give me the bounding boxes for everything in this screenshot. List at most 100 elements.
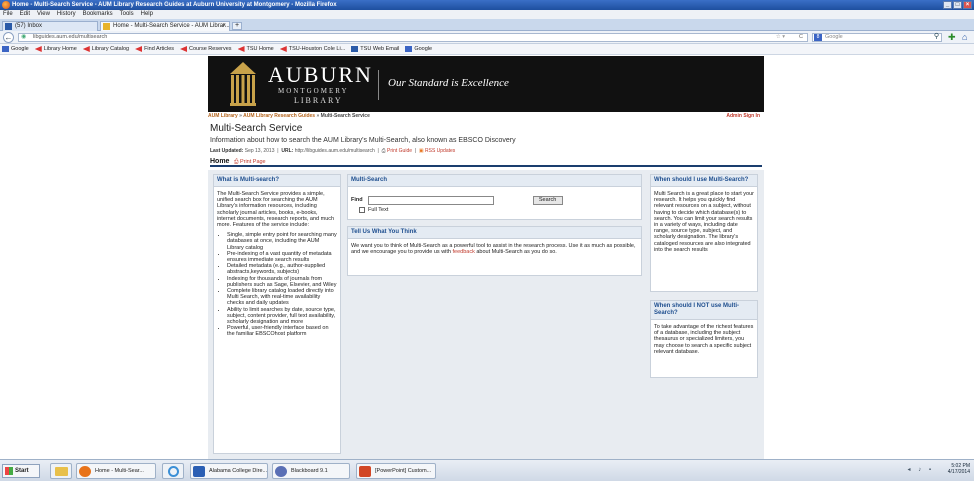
windows-taskbar: Start Home - Multi-Sear... Alabama Colle… [0,459,974,481]
print-guide-link[interactable]: Print Guide [387,148,412,154]
breadcrumb-research-guides[interactable]: AUM Library Research Guides [243,113,315,119]
box-tell-us: Tell Us What You Think We want you to th… [347,226,642,276]
menu-edit[interactable]: Edit [20,10,30,19]
feedback-link[interactable]: feedback [453,249,475,255]
box-title: Multi-Search [348,175,641,187]
bookmark-find-articles[interactable]: Find Articles [135,46,174,52]
new-tab-button[interactable]: + [232,22,242,30]
taskbar-item-label: [PowerPoint] Custom... [375,468,432,474]
window-controls: _ □ × [943,1,972,9]
home-icon[interactable]: ⌂ [962,32,967,42]
print-page-link[interactable]: ⎙ Print Page [234,159,266,166]
menu-help[interactable]: Help [141,10,153,19]
bookmark-google-2[interactable]: Google [405,46,432,52]
list-item: Complete library catalog loaded directly… [227,288,337,307]
menu-bookmarks[interactable]: Bookmarks [83,10,113,19]
bookmark-library-catalog[interactable]: Library Catalog [82,46,129,52]
blackboard-icon [275,466,287,477]
menu-tools[interactable]: Tools [120,10,134,19]
last-updated-label: Last Updated: [210,148,244,154]
menu-history[interactable]: History [57,10,76,19]
google-icon [2,46,9,52]
rss-icon: ▣ [418,148,424,154]
search-input[interactable] [367,196,494,205]
tab-inbox[interactable]: (57) Inbox [2,21,98,31]
maximize-button[interactable]: □ [953,1,962,9]
guide-tabs: Home ⎙ Print Page [210,158,762,167]
admin-sign-in-link[interactable]: Admin Sign In [726,112,760,120]
window-titlebar: Home - Multi-Search Service - AUM Librar… [0,0,974,10]
tab-multisearch[interactable]: Home - Multi-Search Service - AUM Librar… [100,21,230,31]
bookmark-course-reserves[interactable]: Course Reserves [180,46,232,52]
list-item: Detailed metadata (e.g., author-supplied… [227,263,337,275]
rss-updates-link[interactable]: RSS Updates [425,148,455,154]
system-tray-icons[interactable]: ◂ ♪ ▪ [908,466,934,473]
bookmark-library-home[interactable]: Library Home [34,46,77,52]
back-button[interactable]: ← [3,32,14,43]
bookmark-flag-icon [279,46,287,52]
taskbar-item-powerpoint[interactable]: [PowerPoint] Custom... [356,463,436,479]
word-icon [193,466,205,477]
list-item: Pre-indexing of a vast quantity of metad… [227,251,337,263]
navigation-bar: ← ◉ libguides.aum.edu/multisearch ☆ ▾ C … [0,31,974,44]
bookmark-tsu-web-email[interactable]: TSU Web Email [351,46,399,52]
logo-sub: MONTGOMERY [278,87,349,95]
start-button[interactable]: Start [2,464,40,478]
fulltext-row: Full Text [359,207,638,214]
box-body: Find Search Full Text [348,187,641,217]
guide-url: http://libguides.aum.edu/multisearch [294,148,375,154]
menu-file[interactable]: File [3,10,13,19]
breadcrumb-aum-library[interactable]: AUM Library [208,113,238,119]
box-when-not-to-use: When should I NOT use Multi-Search? To t… [650,300,758,378]
tab-label: Home - Multi-Search Service - AUM Librar… [113,23,230,29]
minimize-button[interactable]: _ [943,1,952,9]
bookmark-label: TSU-Houston Cole Li... [288,46,346,52]
header-tagline: Our Standard is Excellence [388,77,509,89]
taskbar-item-blackboard[interactable]: Blackboard 9.1 [272,463,350,479]
bookmark-tsu-houston-cole[interactable]: TSU-Houston Cole Li... [279,46,346,52]
box-body: The Multi-Search Service provides a simp… [214,187,340,342]
breadcrumb-separator: » [239,113,242,119]
folder-icon[interactable] [50,463,72,479]
addon-icon[interactable]: ✚ [948,32,956,43]
taskbar-item-label: Home - Multi-Sear... [95,468,144,474]
bookmark-google[interactable]: Google [2,46,29,52]
bookmark-flag-icon [82,46,90,52]
close-button[interactable]: × [963,1,972,9]
tab-close-icon[interactable]: × [222,22,226,31]
breadcrumb: AUM Library » AUM Library Research Guide… [208,112,764,120]
search-engine-icon[interactable]: 8 [814,34,822,41]
tab-home[interactable]: Home [210,158,229,165]
page-icon [103,23,110,30]
list-item: Ability to limit searches by date, sourc… [227,307,337,326]
url-text: libguides.aum.edu/multisearch [33,34,108,40]
search-placeholder: Google [825,34,843,40]
bookmark-flag-icon [34,46,42,52]
box-title: When should I NOT use Multi-Search? [651,301,757,320]
box-intro: The Multi-Search Service provides a simp… [217,191,335,229]
url-bar[interactable]: ◉ libguides.aum.edu/multisearch ☆ ▾ C [18,33,808,42]
list-item: Indexing for thousands of journals from … [227,276,337,288]
bookmark-star-icon[interactable]: ☆ ▾ [776,34,785,41]
taskbar-item-word[interactable]: Alabama College Dire... [190,463,268,479]
reload-icon[interactable]: C [799,34,803,41]
clock[interactable]: 5:02 PM 4/17/2014 [948,463,970,475]
taskbar-item-label: Blackboard 9.1 [291,468,328,474]
mail-icon [351,46,359,52]
print-icon: ⎙ [381,148,386,154]
search-button[interactable]: Search [532,196,563,205]
list-item: Powerful, user-friendly interface based … [227,325,337,337]
ie-icon[interactable] [162,463,184,479]
search-icon[interactable]: ⚲ [934,33,939,40]
full-text-checkbox[interactable] [359,207,365,214]
list-item: Single, simple entry point for searching… [227,232,337,251]
search-bar[interactable]: 8 Google ⚲ [812,33,942,42]
box-body: We want you to think of Multi-Search as … [348,239,641,259]
menu-view[interactable]: View [37,10,50,19]
box-body: To take advantage of the richest feature… [654,324,754,355]
bookmark-label: Library Home [43,46,77,52]
site-header[interactable]: AUBURN MONTGOMERY LIBRARY Our Standard i… [208,56,764,112]
clock-date: 4/17/2014 [947,469,970,475]
bookmark-tsu-home[interactable]: TSU Home [237,46,274,52]
taskbar-item-firefox[interactable]: Home - Multi-Sear... [76,463,156,479]
